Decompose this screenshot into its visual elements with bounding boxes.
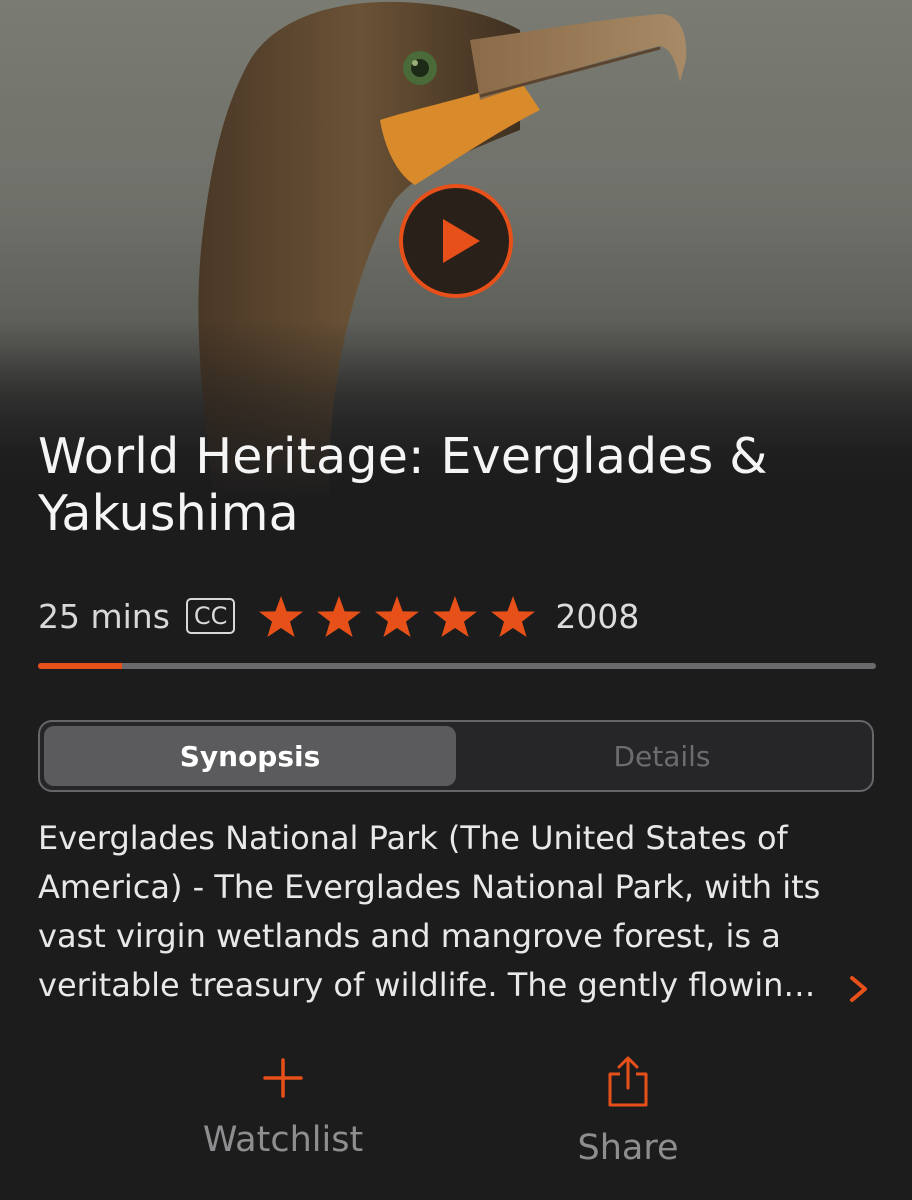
tab-synopsis[interactable]: Synopsis — [44, 726, 456, 786]
release-year: 2008 — [555, 596, 640, 636]
program-title: World Heritage: Everglades & Yakushima — [38, 428, 768, 543]
cc-badge: CC — [185, 598, 236, 634]
program-detail-screen: World Heritage: Everglades & Yakushima 2… — [0, 0, 912, 1200]
star-icon — [433, 596, 478, 637]
star-rating — [257, 594, 537, 638]
hero-image — [0, 0, 912, 500]
synopsis-details-segmented-control: Synopsis Details — [38, 720, 874, 792]
watchlist-label: Watchlist — [202, 1120, 364, 1160]
play-button[interactable] — [399, 184, 513, 298]
duration-label: 25 mins — [38, 596, 170, 636]
watch-progress-fill — [38, 663, 122, 669]
plus-icon — [263, 1058, 303, 1098]
star-icon — [491, 596, 536, 637]
star-icon — [317, 596, 362, 637]
program-meta: 25 mins CC 2008 — [38, 592, 639, 640]
tab-details[interactable]: Details — [456, 726, 868, 786]
chevron-right-icon[interactable] — [846, 974, 872, 1004]
watchlist-button[interactable]: Watchlist — [163, 1056, 403, 1160]
synopsis-text: Everglades National Park (The United Sta… — [38, 819, 821, 1004]
star-icon — [375, 596, 420, 637]
star-icon — [259, 596, 304, 637]
share-button[interactable]: Share — [508, 1056, 748, 1168]
watch-progress-bar — [38, 663, 876, 669]
share-icon — [608, 1056, 648, 1107]
play-icon — [443, 219, 480, 263]
share-label: Share — [577, 1128, 679, 1168]
